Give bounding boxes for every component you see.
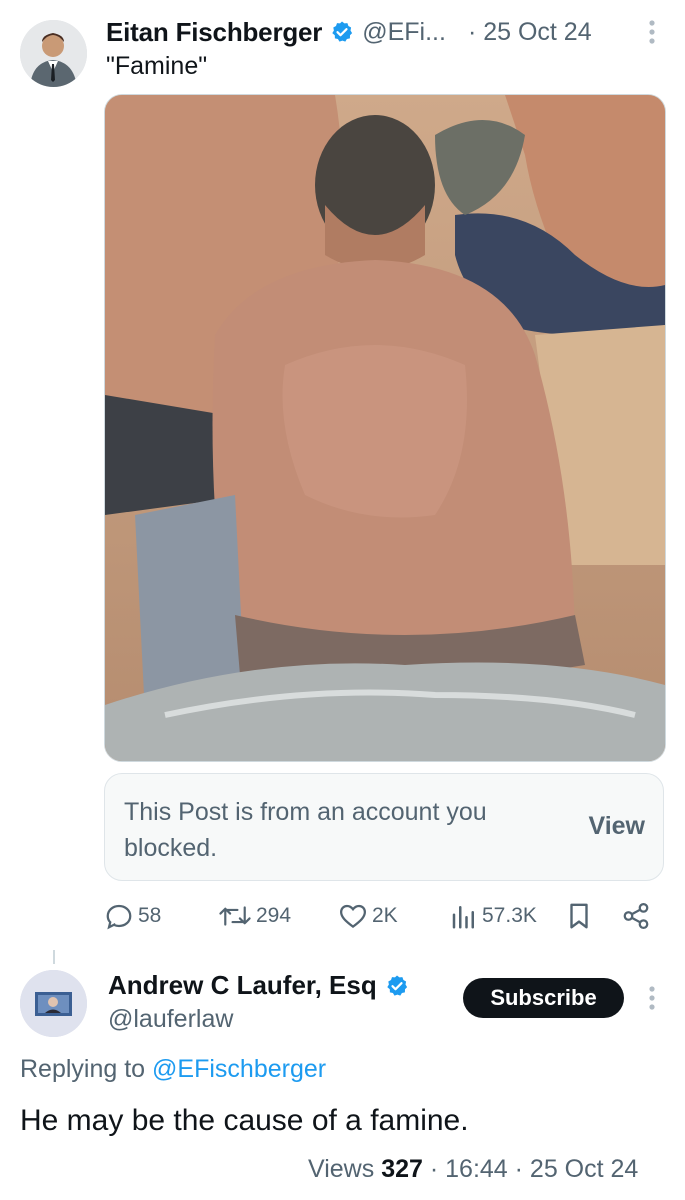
reply-count: 58 [138, 904, 162, 927]
tweet-header: Eitan Fischberger @EFi... · 25 Oct 24 [106, 14, 592, 50]
reply-author-handle[interactable]: @lauferlaw [108, 1005, 233, 1034]
avatar-image [20, 20, 87, 87]
reply-meta: Views 327 · 16:44 · 25 Oct 24 [308, 1155, 638, 1184]
reply-author-name[interactable]: Andrew C Laufer, Esq [108, 970, 377, 1001]
verified-badge-icon [332, 21, 353, 42]
blocked-notice-text: This Post is from an account you blocked… [124, 798, 487, 862]
views-value: 327 [381, 1155, 423, 1183]
views-label: Views [308, 1155, 375, 1183]
bookmark-button[interactable] [566, 898, 592, 934]
thread-connector [53, 950, 55, 964]
blocked-notice: This Post is from an account you blocked… [104, 773, 664, 881]
more-icon [649, 20, 655, 44]
tweet-text: "Famine" [106, 52, 208, 80]
views-button[interactable]: 57.3K [450, 898, 537, 934]
repost-button[interactable]: 294 [218, 898, 291, 934]
author-avatar[interactable] [20, 20, 87, 87]
like-count: 2K [372, 904, 398, 927]
like-icon [339, 904, 367, 929]
view-button[interactable]: View [588, 812, 645, 841]
replying-to-line: Replying to @EFischberger [20, 1055, 326, 1084]
tweet-date[interactable]: · 25 Oct 24 [468, 18, 592, 47]
repost-count: 294 [256, 904, 292, 927]
more-icon [649, 986, 655, 1010]
views-count: 57.3K [482, 904, 537, 927]
bookmark-icon [570, 903, 588, 929]
author-name[interactable]: Eitan Fischberger [106, 17, 322, 48]
photo-image [105, 95, 665, 761]
author-handle[interactable]: @EFi... [362, 18, 446, 47]
reply-author-avatar[interactable] [20, 970, 87, 1037]
reply-button[interactable]: 58 [104, 898, 161, 934]
like-button[interactable]: 2K [338, 898, 398, 934]
reply-timestamp[interactable]: · 16:44 · 25 Oct 24 [430, 1155, 638, 1183]
tweet-actions: 58 294 2K 57.3K [104, 898, 664, 934]
repost-icon [219, 906, 251, 926]
share-button[interactable] [621, 898, 651, 934]
reply-icon [106, 904, 132, 930]
more-options-button[interactable] [640, 14, 664, 50]
reply-more-options-button[interactable] [640, 980, 664, 1016]
tweet-photo[interactable] [104, 94, 666, 762]
avatar-image [20, 970, 87, 1037]
subscribe-button[interactable]: Subscribe [463, 978, 624, 1018]
replying-to-mention[interactable]: @EFischberger [152, 1055, 326, 1083]
replying-to-label: Replying to [20, 1055, 146, 1083]
reply-header: Andrew C Laufer, Esq [108, 970, 409, 1001]
reply-text: He may be the cause of a famine. [20, 1104, 469, 1137]
share-icon [623, 903, 649, 929]
views-icon [452, 906, 474, 929]
verified-badge-icon [387, 975, 407, 996]
